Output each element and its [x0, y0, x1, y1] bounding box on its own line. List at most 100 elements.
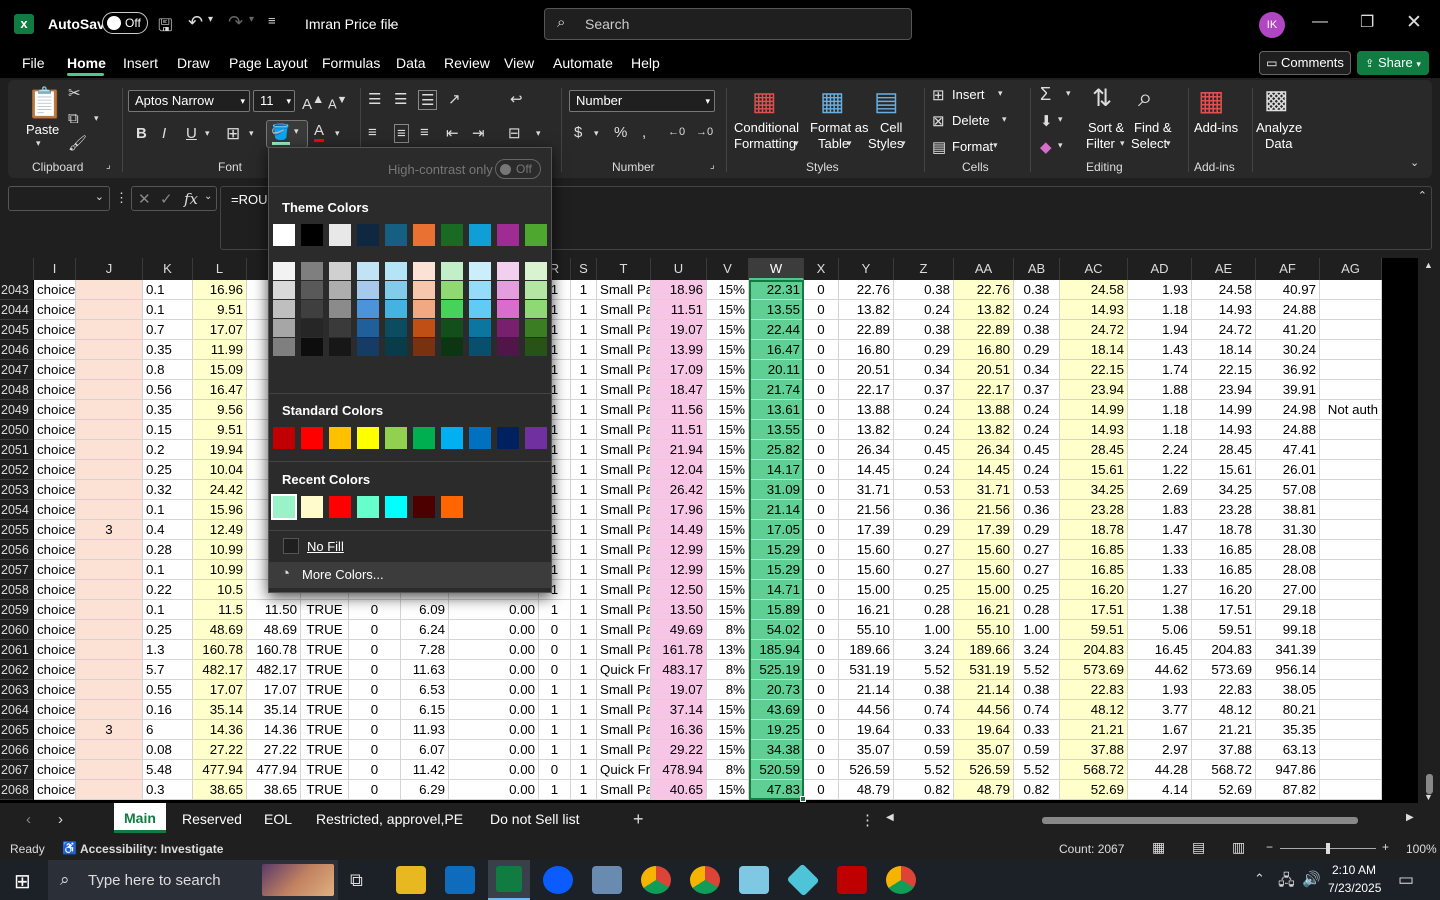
table-cell[interactable]: 24.72 — [1060, 320, 1128, 340]
table-cell[interactable]: 0.37 — [894, 380, 954, 400]
table-cell[interactable]: 1 — [571, 520, 597, 540]
table-cell[interactable]: choice — [34, 620, 76, 640]
table-cell[interactable]: 956.14 — [1256, 660, 1320, 680]
table-cell[interactable]: 15.60 — [954, 540, 1014, 560]
table-cell[interactable]: Small Pa — [597, 680, 651, 700]
theme-color-swatch[interactable] — [273, 224, 295, 246]
standard-color-swatch[interactable] — [385, 427, 407, 449]
table-cell[interactable]: 0 — [349, 720, 401, 740]
table-cell[interactable]: 20.51 — [954, 360, 1014, 380]
high-contrast-toggle[interactable]: Off — [495, 159, 541, 179]
table-cell[interactable]: 21.56 — [954, 500, 1014, 520]
table-cell[interactable] — [76, 460, 143, 480]
table-cell[interactable]: 2.69 — [1128, 480, 1192, 500]
table-cell[interactable] — [76, 420, 143, 440]
table-cell[interactable]: 20.51 — [839, 360, 894, 380]
table-cell[interactable]: 3 — [76, 520, 143, 540]
document-title[interactable]: Imran Price file — [305, 16, 398, 32]
theme-shade-swatch[interactable] — [525, 338, 547, 356]
table-cell[interactable]: 19.94 — [193, 440, 247, 460]
table-cell[interactable]: 38.05 — [1256, 680, 1320, 700]
table-cell[interactable]: 7.28 — [401, 640, 449, 660]
delete-dropdown-icon[interactable]: ▾ — [1002, 114, 1007, 125]
customize-toolbar-icon[interactable]: ≡ — [268, 13, 276, 28]
cell-label[interactable]: Cell — [880, 120, 902, 135]
table-cell[interactable]: 525.19 — [749, 660, 804, 680]
theme-color-swatch[interactable] — [329, 224, 351, 246]
table-cell[interactable] — [1320, 760, 1382, 780]
table-cell[interactable]: 22.17 — [954, 380, 1014, 400]
theme-shade-swatch[interactable] — [497, 338, 519, 356]
comma-icon[interactable]: , — [642, 124, 646, 141]
table-cell[interactable] — [1320, 720, 1382, 740]
table-cell[interactable]: 1.83 — [1128, 500, 1192, 520]
table-cell[interactable]: 15% — [707, 360, 749, 380]
font-size-select[interactable]: 11 ▾ — [253, 90, 295, 112]
autosum-dropdown-icon[interactable]: ▾ — [1066, 88, 1071, 99]
column-header[interactable]: AF — [1256, 258, 1320, 280]
scroll-down-icon[interactable]: ▼ — [1424, 792, 1433, 802]
table-cell[interactable]: 21.14 — [839, 680, 894, 700]
table-cell[interactable]: 1 — [571, 580, 597, 600]
table-cell[interactable]: 0.1 — [143, 500, 193, 520]
table-cell[interactable]: Small Pa — [597, 320, 651, 340]
table-cell[interactable]: 13.55 — [749, 420, 804, 440]
table-cell[interactable]: 1 — [571, 280, 597, 300]
table-cell[interactable] — [1320, 520, 1382, 540]
table-cell[interactable]: 15% — [707, 420, 749, 440]
table-cell[interactable]: 11.56 — [651, 400, 707, 420]
accessibility-icon[interactable]: ♿ — [62, 841, 77, 855]
table-cell[interactable]: 0.24 — [1014, 420, 1060, 440]
table-cell[interactable]: 0.24 — [894, 420, 954, 440]
table-cell[interactable]: 1.3 — [143, 640, 193, 660]
align-top-icon[interactable]: ☰ — [368, 90, 381, 108]
chrome-icon[interactable] — [641, 866, 671, 894]
table-cell[interactable]: 6.09 — [401, 600, 449, 620]
theme-color-swatch[interactable] — [301, 224, 323, 246]
table-cell[interactable]: 0 — [349, 640, 401, 660]
table-cell[interactable]: 0 — [349, 660, 401, 680]
standard-color-swatch[interactable] — [441, 427, 463, 449]
horizontal-scroll-thumb[interactable] — [1042, 817, 1358, 824]
row-header[interactable]: 2052 — [0, 460, 33, 480]
table-cell[interactable]: 16.36 — [651, 720, 707, 740]
table-cell[interactable]: 18.14 — [1192, 340, 1256, 360]
table-cell[interactable]: 1.88 — [1128, 380, 1192, 400]
theme-shade-swatch[interactable] — [525, 262, 547, 280]
theme-shade-swatch[interactable] — [469, 319, 491, 337]
table-cell[interactable]: 59.51 — [1192, 620, 1256, 640]
table-cell[interactable]: 26.34 — [839, 440, 894, 460]
row-header[interactable]: 2054 — [0, 500, 33, 520]
name-box[interactable]: ⌄ — [8, 186, 110, 211]
table-cell[interactable]: 80.21 — [1256, 700, 1320, 720]
table-cell[interactable]: 0 — [804, 560, 839, 580]
table-cell[interactable]: 20.73 — [749, 680, 804, 700]
normal-view-icon[interactable]: ▦ — [1152, 839, 1165, 856]
table-cell[interactable]: 17.96 — [651, 500, 707, 520]
column-header[interactable]: U — [651, 258, 707, 280]
table-cell[interactable]: Small Pa — [597, 540, 651, 560]
table-cell[interactable]: 0.25 — [143, 460, 193, 480]
table-cell[interactable]: 204.83 — [1192, 640, 1256, 660]
table-cell[interactable]: 1.18 — [1128, 300, 1192, 320]
table-cell[interactable]: 0 — [804, 520, 839, 540]
zoom-out-icon[interactable]: − — [1266, 840, 1273, 854]
table-cell[interactable]: 0.37 — [1014, 380, 1060, 400]
table-cell[interactable]: 15% — [707, 600, 749, 620]
table-cell[interactable]: 35.14 — [193, 700, 247, 720]
table-cell[interactable]: Small Pa — [597, 500, 651, 520]
table-cell[interactable] — [1320, 740, 1382, 760]
table-cell[interactable] — [1320, 460, 1382, 480]
table-cell[interactable]: 20.11 — [749, 360, 804, 380]
page-layout-view-icon[interactable]: ▤ — [1192, 839, 1205, 856]
table-cell[interactable]: 0.1 — [143, 560, 193, 580]
table-cell[interactable]: 16.21 — [839, 600, 894, 620]
wrap-text-icon[interactable]: ↩ — [510, 90, 523, 108]
row-header[interactable]: 2060 — [0, 620, 33, 640]
table-cell[interactable]: 44.56 — [954, 700, 1014, 720]
table-cell[interactable]: 0 — [349, 780, 401, 800]
table-cell[interactable]: Small Pa — [597, 440, 651, 460]
table-cell[interactable]: 15% — [707, 300, 749, 320]
theme-shade-swatch[interactable] — [357, 300, 379, 318]
table-cell[interactable]: 1.93 — [1128, 680, 1192, 700]
